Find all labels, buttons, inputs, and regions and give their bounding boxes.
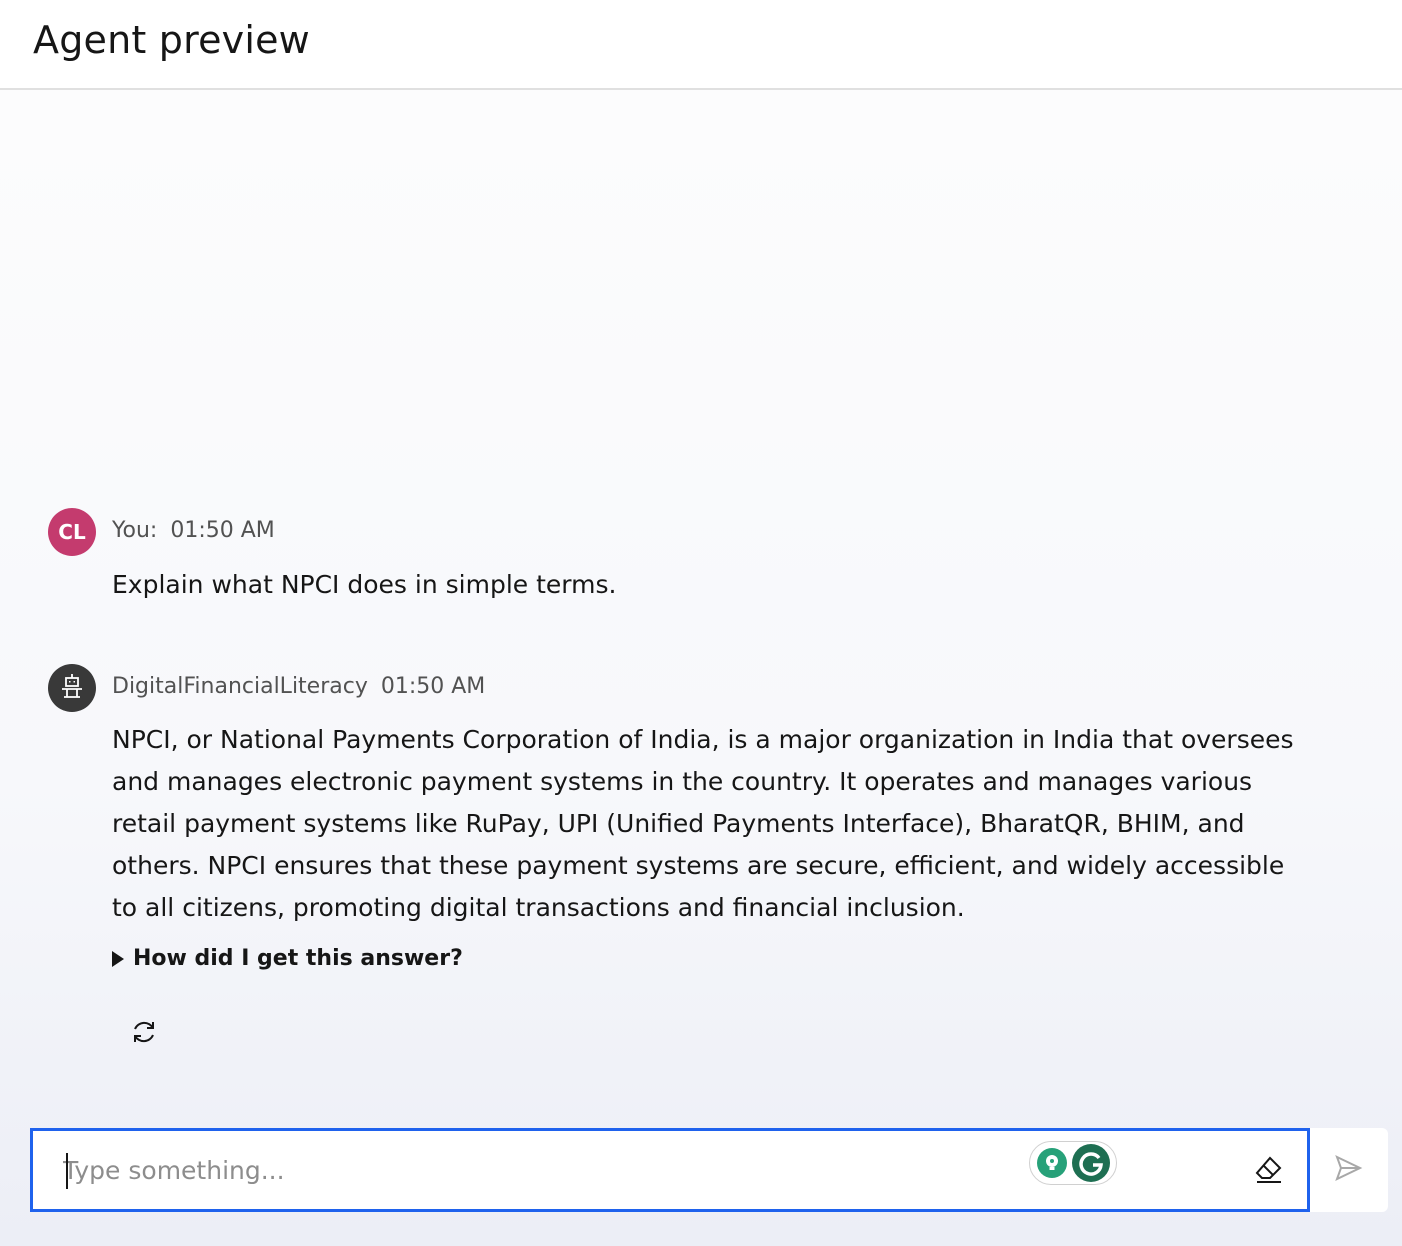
sender-name: DigitalFinancialLiteracy [112,674,368,699]
message-meta: You: 01:50 AM [112,518,275,543]
message-input-container[interactable] [30,1128,1310,1212]
message-text: NPCI, or National Payments Corporation o… [112,725,1294,922]
avatar-initials: CL [58,520,86,544]
explain-answer-toggle[interactable]: How did I get this answer? [112,946,463,971]
message-text: Explain what NPCI does in simple terms. [112,570,617,599]
timestamp: 01:50 AM [380,674,486,699]
triangle-right-icon [112,950,124,967]
grammarly-widget[interactable] [1029,1141,1117,1185]
text-caret [66,1153,68,1189]
eraser-icon [1254,1154,1284,1188]
message-meta: DigitalFinancialLiteracy 01:50 AM [112,674,485,699]
grammarly-logo-icon[interactable] [1071,1144,1110,1182]
clear-input-button[interactable] [1253,1155,1285,1187]
send-button[interactable] [1330,1152,1366,1188]
chat-area[interactable] [0,90,1402,1246]
page-title: Agent preview [33,18,310,62]
grammarly-suggestion-icon[interactable] [1036,1148,1067,1178]
regenerate-icon [129,1017,159,1051]
avatar: CL [48,508,96,556]
header: Agent preview [0,0,1402,90]
send-icon [1333,1153,1363,1187]
message-input[interactable] [63,1149,1013,1191]
explain-answer-label: How did I get this answer? [133,946,463,971]
timestamp: 01:50 AM [170,518,275,543]
regenerate-button[interactable] [126,1016,162,1052]
composer [30,1128,1388,1212]
avatar [48,664,96,712]
robot-icon [59,673,85,704]
sender-name: You: [112,518,158,543]
